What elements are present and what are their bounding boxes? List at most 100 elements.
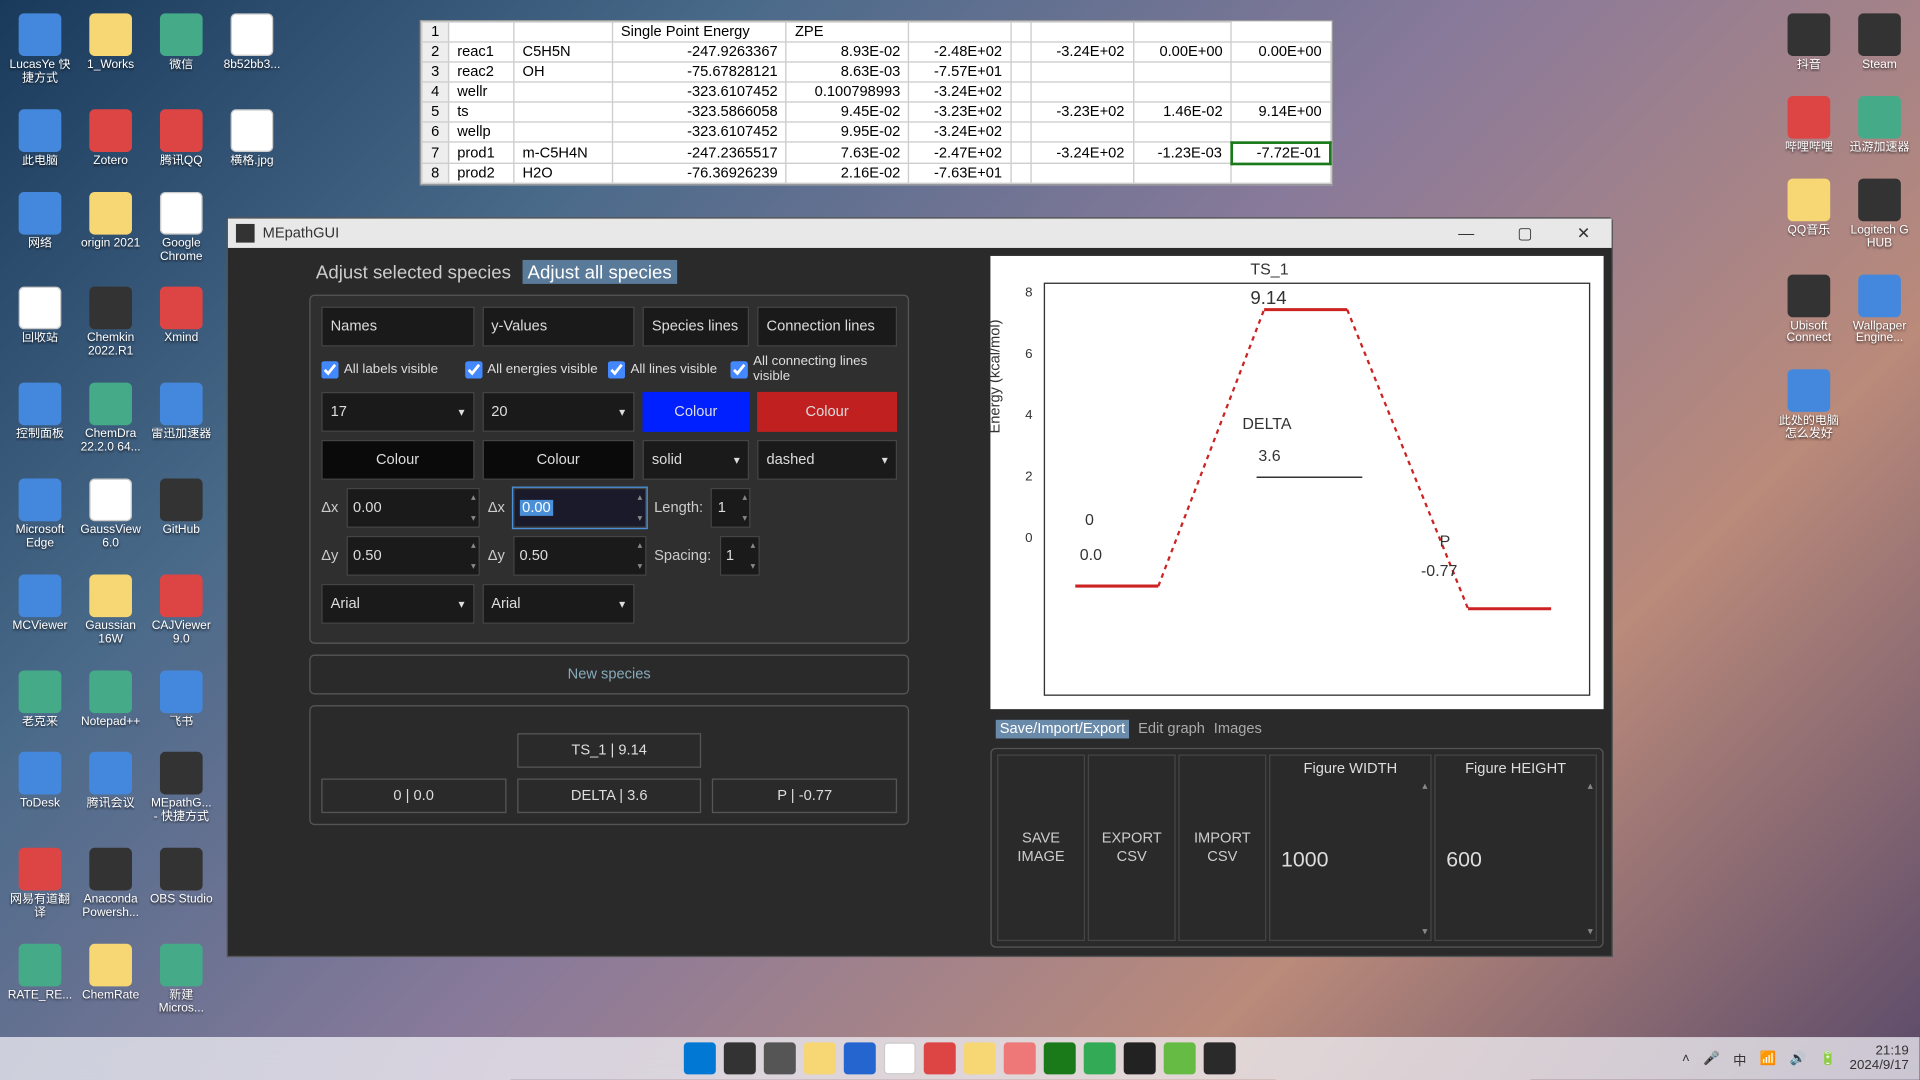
tb-zotero[interactable] [924,1042,956,1074]
tab-adjust-selected[interactable]: Adjust selected species [316,261,511,282]
tray-chevron-icon[interactable]: ˄ [1682,1051,1690,1066]
labels-visible-check[interactable]: All labels visible [321,361,456,378]
tb-app2[interactable] [964,1042,996,1074]
names-colour-button[interactable]: Colour [321,440,474,480]
desktop-icon[interactable]: 抖音 [1776,13,1843,72]
connection-linestyle-select[interactable]: dashed [757,440,897,480]
tab-adjust-all[interactable]: Adjust all species [522,260,677,284]
desktop-icon[interactable]: 回收站 [7,287,74,359]
desktop-icon[interactable]: ChemRate [77,944,144,1016]
clock[interactable]: 21:19 2024/9/17 [1850,1044,1909,1073]
desktop-icon[interactable]: 微信 [148,13,215,85]
desktop-icon[interactable] [1846,370,1913,442]
species-delta[interactable]: DELTA | 3.6 [517,778,702,813]
font-values-select[interactable]: Arial [482,584,635,624]
tb-app3[interactable] [1004,1042,1036,1074]
desktop-icon[interactable]: Gaussian 16W [77,574,144,646]
desktop-icon[interactable]: Microsoft Edge [7,479,74,551]
dx-names-spin[interactable]: 0.00▴▾ [346,488,479,528]
desktop-icon[interactable]: 老克来 [7,670,74,729]
tray-mic-icon[interactable]: 🎤 [1703,1051,1720,1066]
desktop-icon[interactable]: OBS Studio [148,848,215,920]
desktop-icon[interactable]: Google Chrome [148,192,215,264]
tray-wifi-icon[interactable]: 📶 [1760,1051,1777,1066]
desktop-icon[interactable]: 此电脑 [7,109,74,168]
desktop-icon[interactable]: ChemDra 22.2.0 64... [77,383,144,455]
dy-names-spin[interactable]: 0.50▴▾ [346,536,479,576]
desktop-icon[interactable]: MEpathG... - 快捷方式 [148,752,215,824]
start-button[interactable] [684,1042,716,1074]
tb-chrome[interactable] [884,1042,916,1074]
desktop-icon[interactable]: MCViewer [7,574,74,646]
desktop-icon[interactable]: 哔哩哔哩 [1776,96,1843,155]
tray-battery-icon[interactable]: 🔋 [1820,1051,1837,1066]
tb-app4[interactable] [1084,1042,1116,1074]
desktop-icon[interactable]: 此处的电脑 怎么发好 [1776,370,1843,442]
desktop-icon[interactable]: Anaconda Powersh... [77,848,144,920]
close-button[interactable]: ✕ [1564,224,1604,243]
connecting-visible-check[interactable]: All connecting lines visible [730,355,897,384]
tb-search[interactable] [724,1042,756,1074]
tb-app6[interactable] [1164,1042,1196,1074]
desktop-icon[interactable]: 控制面板 [7,383,74,455]
desktop-icon[interactable]: Ubisoft Connect [1776,274,1843,346]
desktop-icon[interactable]: QQ音乐 [1776,178,1843,250]
desktop-icon[interactable]: 腾讯会议 [77,752,144,824]
tb-excel[interactable] [1044,1042,1076,1074]
desktop-icon[interactable]: Logitech G HUB [1846,178,1913,250]
figure-width-field[interactable]: Figure WIDTH 1000 ▴▾ [1269,754,1432,941]
desktop-icon[interactable]: 新建 Micros... [148,944,215,1016]
desktop-icon[interactable]: LucasYe 快捷方式 [7,13,74,85]
tab-edit-graph[interactable]: Edit graph [1138,721,1205,737]
desktop-icon[interactable]: origin 2021 [77,192,144,264]
desktop-icon[interactable]: 迅游加速器 [1846,96,1913,155]
font-size-values-select[interactable]: 20 [482,392,635,432]
tb-taskview[interactable] [764,1042,796,1074]
desktop-icon[interactable]: 1_Works [77,13,144,85]
desktop-icon[interactable]: 8b52bb3... [219,13,286,85]
desktop-icon[interactable]: 腾讯QQ [148,109,215,168]
tb-app1[interactable] [844,1042,876,1074]
new-species-button[interactable]: New species [309,655,909,695]
minimize-button[interactable]: — [1446,224,1486,243]
desktop-icon[interactable]: Chemkin 2022.R1 [77,287,144,359]
length-spin[interactable]: 1▴▾ [711,488,751,528]
species-linestyle-select[interactable]: solid [643,440,750,480]
maximize-button[interactable]: ▢ [1505,224,1545,243]
tb-explorer[interactable] [804,1042,836,1074]
spreadsheet-window[interactable]: 1Single Point EnergyZPE2reac1C5H5N-247.9… [420,20,1333,185]
connection-colour-button[interactable]: Colour [757,392,897,432]
tray-volume-icon[interactable]: 🔊 [1790,1051,1807,1066]
desktop-icon[interactable]: Wallpaper Engine... [1846,274,1913,346]
figure-height-field[interactable]: Figure HEIGHT 600 ▴▾ [1434,754,1597,941]
desktop-icon[interactable]: 横格.jpg [219,109,286,168]
tb-app5[interactable] [1124,1042,1156,1074]
import-csv-button[interactable]: IMPORT CSV [1178,754,1266,941]
desktop-icon[interactable]: ToDesk [7,752,74,824]
species-colour-button[interactable]: Colour [643,392,750,432]
energies-visible-check[interactable]: All energies visible [465,361,600,378]
desktop-icon[interactable]: Notepad++ [77,670,144,729]
desktop-icon[interactable]: Steam [1846,13,1913,72]
desktop-icon[interactable]: 网易有道翻译 [7,848,74,920]
values-colour-button[interactable]: Colour [482,440,635,480]
desktop-icon[interactable]: 雷迅加速器 [148,383,215,455]
tab-images[interactable]: Images [1214,721,1262,737]
desktop-icon[interactable]: 飞书 [148,670,215,729]
tab-save-import-export[interactable]: Save/Import/Export [996,720,1130,739]
species-0[interactable]: 0 | 0.0 [321,778,506,813]
species-p[interactable]: P | -0.77 [712,778,897,813]
desktop-icon[interactable]: 网络 [7,192,74,264]
save-image-button[interactable]: SAVE IMAGE [997,754,1085,941]
dx-values-spin[interactable]: 0.00▴▾ [513,488,646,528]
tb-mepathgui[interactable] [1204,1042,1236,1074]
desktop-icon[interactable]: CAJViewer 9.0 [148,574,215,646]
export-csv-button[interactable]: EXPORT CSV [1088,754,1176,941]
desktop-icon[interactable]: Zotero [77,109,144,168]
font-size-names-select[interactable]: 17 [321,392,474,432]
desktop-icon[interactable]: GaussView 6.0 [77,479,144,551]
spacing-spin[interactable]: 1▴▾ [719,536,759,576]
species-ts1[interactable]: TS_1 | 9.14 [517,733,702,768]
desktop-icon[interactable]: GitHub [148,479,215,551]
font-names-select[interactable]: Arial [321,584,474,624]
